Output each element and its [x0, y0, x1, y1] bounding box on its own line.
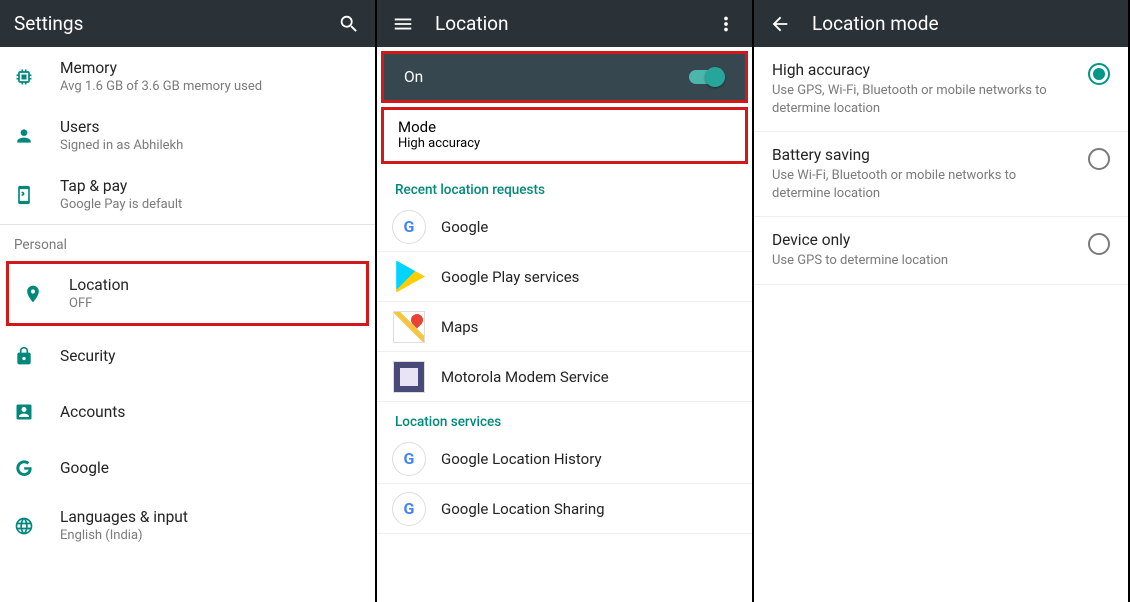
radio-button[interactable] — [1088, 233, 1110, 255]
lock-icon — [14, 346, 60, 366]
item-sub: Google Pay is default — [60, 197, 361, 212]
app-label: Google Play services — [441, 268, 579, 286]
settings-item-location[interactable]: Location OFF — [9, 264, 366, 323]
app-play-services[interactable]: Google Play services — [377, 252, 752, 302]
option-high-accuracy[interactable]: High accuracy Use GPS, Wi-Fi, Bluetooth o… — [754, 47, 1128, 132]
section-location-services: Location services — [377, 402, 752, 434]
more-vert-icon[interactable] — [714, 12, 738, 36]
app-label: Maps — [441, 318, 478, 336]
item-label: Accounts — [60, 403, 361, 421]
item-label: Users — [60, 118, 361, 136]
app-motorola-modem[interactable]: Motorola Modem Service — [377, 352, 752, 402]
item-label: Memory — [60, 59, 361, 77]
app-label: Google — [441, 218, 488, 236]
radio-button[interactable] — [1088, 148, 1110, 170]
location-icon — [23, 284, 69, 304]
maps-icon — [393, 311, 425, 343]
location-mode-row[interactable]: Mode High accuracy — [384, 110, 745, 161]
app-maps[interactable]: Maps — [377, 302, 752, 352]
item-label: Location — [69, 276, 352, 294]
app-label: Motorola Modem Service — [441, 368, 609, 386]
settings-item-languages[interactable]: Languages & input English (India) — [0, 496, 375, 555]
option-desc: Use GPS, Wi-Fi, Bluetooth or mobile netw… — [772, 82, 1070, 117]
location-mode-appbar: Location mode — [754, 0, 1128, 47]
location-mode-panel: Location mode High accuracy Use GPS, Wi-F… — [754, 0, 1130, 602]
accounts-icon — [14, 402, 60, 422]
service-label: Google Location History — [441, 450, 602, 468]
option-desc: Use Wi-Fi, Bluetooth or mobile networks … — [772, 167, 1070, 202]
settings-item-memory[interactable]: Memory Avg 1.6 GB of 3.6 GB memory used — [0, 47, 375, 106]
search-icon[interactable] — [337, 12, 361, 36]
toggle-label: On — [404, 68, 689, 86]
play-icon — [393, 261, 425, 293]
radio-button[interactable] — [1088, 63, 1110, 85]
item-sub: Signed in as Abhilekh — [60, 138, 361, 153]
option-label: High accuracy — [772, 61, 1070, 79]
item-label: Google — [60, 459, 361, 477]
tap-pay-icon — [14, 185, 60, 205]
page-title: Location — [435, 12, 714, 35]
location-appbar: Location — [377, 0, 752, 47]
option-desc: Use GPS to determine location — [772, 252, 1070, 270]
service-location-history[interactable]: G Google Location History — [377, 434, 752, 484]
motorola-icon — [393, 361, 425, 393]
item-label: Tap & pay — [60, 177, 361, 195]
mode-label: Mode — [398, 118, 731, 136]
memory-icon — [14, 67, 60, 87]
settings-item-accounts[interactable]: Accounts — [0, 384, 375, 440]
settings-item-tap-pay[interactable]: Tap & pay Google Pay is default — [0, 165, 375, 224]
user-icon — [14, 126, 60, 146]
location-panel: Location On Mode High accuracy Recent lo… — [377, 0, 754, 602]
mode-value: High accuracy — [398, 136, 731, 151]
google-icon — [14, 458, 60, 478]
settings-item-security[interactable]: Security — [0, 328, 375, 384]
service-location-sharing[interactable]: G Google Location Sharing — [377, 484, 752, 534]
location-toggle-row[interactable]: On — [384, 54, 745, 100]
globe-icon — [14, 516, 60, 536]
option-battery-saving[interactable]: Battery saving Use Wi-Fi, Bluetooth or mo… — [754, 132, 1128, 217]
item-sub: Avg 1.6 GB of 3.6 GB memory used — [60, 79, 361, 94]
section-personal: Personal — [0, 225, 375, 259]
google-g-icon: G — [392, 210, 426, 244]
location-toggle[interactable] — [689, 68, 725, 86]
section-recent-requests: Recent location requests — [377, 170, 752, 202]
back-arrow-icon[interactable] — [768, 12, 792, 36]
google-g-icon: G — [392, 492, 426, 526]
option-label: Device only — [772, 231, 1070, 249]
page-title: Location mode — [812, 12, 1114, 35]
item-label: Languages & input — [60, 508, 361, 526]
item-sub: OFF — [69, 296, 352, 311]
service-label: Google Location Sharing — [441, 500, 605, 518]
settings-panel: Settings Memory Avg 1.6 GB of 3.6 GB memo… — [0, 0, 377, 602]
page-title: Settings — [14, 12, 337, 35]
app-google[interactable]: G Google — [377, 202, 752, 252]
settings-appbar: Settings — [0, 0, 375, 47]
settings-item-google[interactable]: Google — [0, 440, 375, 496]
item-label: Security — [60, 347, 361, 365]
item-sub: English (India) — [60, 528, 361, 543]
hamburger-icon[interactable] — [391, 12, 415, 36]
option-label: Battery saving — [772, 146, 1070, 164]
option-device-only[interactable]: Device only Use GPS to determine location — [754, 217, 1128, 285]
google-g-icon: G — [392, 442, 426, 476]
settings-item-users[interactable]: Users Signed in as Abhilekh — [0, 106, 375, 165]
